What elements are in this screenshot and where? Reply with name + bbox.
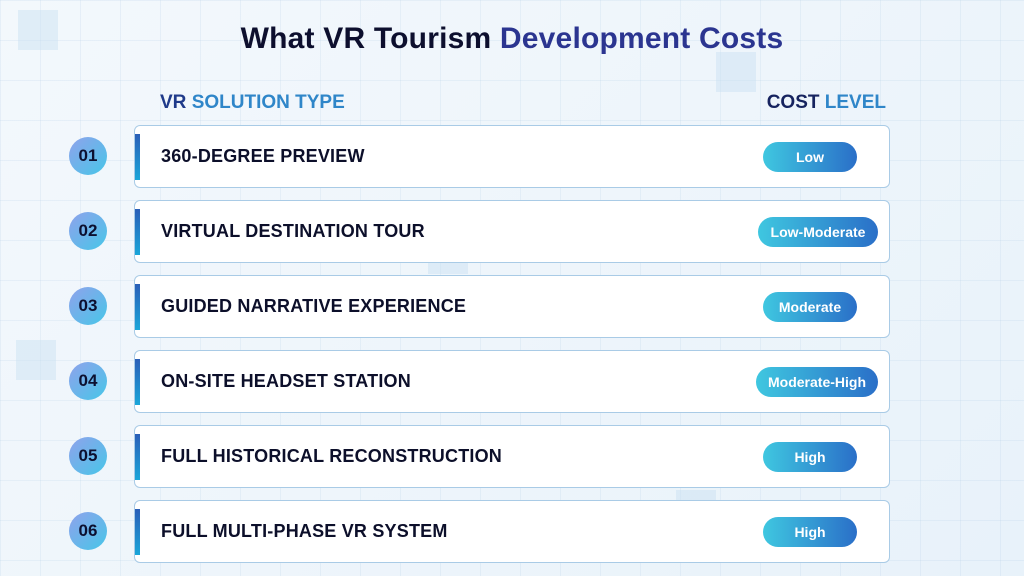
decor-tile [716, 52, 756, 92]
row-number-badge: 05 [69, 437, 107, 475]
card-accent-bar [135, 434, 140, 480]
cost-level-badge: High [763, 442, 857, 472]
row-number-badge: 02 [69, 212, 107, 250]
page-title: What VR Tourism Development Costs [0, 22, 1024, 56]
list-item: 04 ON-SITE HEADSET STATION Moderate-High [0, 350, 1024, 414]
solution-label: FULL MULTI-PHASE VR SYSTEM [161, 521, 448, 541]
row-number-badge: 06 [69, 512, 107, 550]
cost-level-badge: Moderate-High [756, 367, 878, 397]
header-right-accent: LEVEL [824, 92, 886, 113]
solution-label: ON-SITE HEADSET STATION [161, 371, 411, 391]
title-main: What VR Tourism [240, 22, 492, 55]
row-number-badge: 01 [69, 137, 107, 175]
solution-label: VIRTUAL DESTINATION TOUR [161, 221, 425, 241]
cost-level-header: COST LEVEL [767, 92, 886, 114]
card-accent-bar [135, 209, 140, 255]
row-number-badge: 04 [69, 362, 107, 400]
list-item: 05 FULL HISTORICAL RECONSTRUCTION High [0, 425, 1024, 489]
solution-type-header: VR SOLUTION TYPE [160, 92, 345, 114]
cost-level-badge: High [763, 517, 857, 547]
list-item: 03 GUIDED NARRATIVE EXPERIENCE Moderate [0, 275, 1024, 339]
list-item: 02 VIRTUAL DESTINATION TOUR Low-Moderate [0, 200, 1024, 264]
list-item: 01 360-DEGREE PREVIEW Low [0, 125, 1024, 189]
cost-level-badge: Low [763, 142, 857, 172]
solution-label: GUIDED NARRATIVE EXPERIENCE [161, 296, 467, 316]
header-right-main: COST [766, 92, 820, 113]
cost-level-badge: Moderate [763, 292, 857, 322]
header-left-main: VR [160, 92, 187, 113]
cost-level-badge: Low-Moderate [758, 217, 878, 247]
card-accent-bar [135, 134, 140, 180]
list-item: 06 FULL MULTI-PHASE VR SYSTEM High [0, 500, 1024, 564]
header-left-accent: SOLUTION TYPE [191, 92, 345, 113]
card-accent-bar [135, 284, 140, 330]
card-accent-bar [135, 509, 140, 555]
solution-label: FULL HISTORICAL RECONSTRUCTION [161, 446, 503, 466]
title-accent: Development Costs [499, 22, 784, 55]
row-number-badge: 03 [69, 287, 107, 325]
solution-label: 360-DEGREE PREVIEW [161, 146, 365, 166]
card-accent-bar [135, 359, 140, 405]
